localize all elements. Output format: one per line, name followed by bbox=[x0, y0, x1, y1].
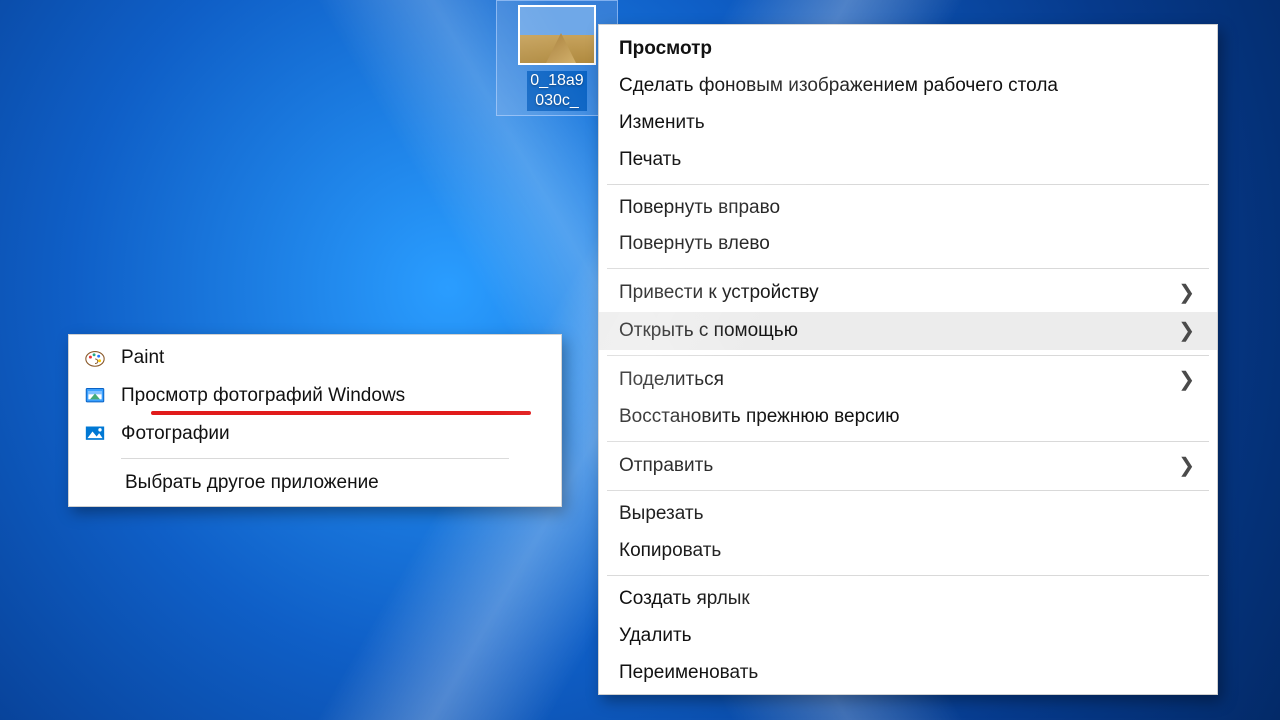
context-menu-item-label: Удалить bbox=[619, 626, 692, 647]
context-menu-item[interactable]: Отправить ❯ bbox=[599, 447, 1217, 485]
context-menu: Просмотр Сделать фоновым изображением раб… bbox=[598, 24, 1218, 695]
context-menu-item[interactable]: Повернуть влево bbox=[599, 226, 1217, 263]
file-caption: 0_18a9 030c_ bbox=[527, 71, 586, 111]
desktop-background: 0_18a9 030c_ Просмотр Сделать фоновым изо… bbox=[0, 0, 1280, 720]
open-with-choose-another-app-label: Выбрать другое приложение bbox=[125, 472, 541, 494]
open-with-app-item[interactable]: Фотографии bbox=[69, 415, 561, 453]
context-menu-separator bbox=[607, 490, 1209, 491]
chevron-right-icon: ❯ bbox=[1178, 369, 1195, 391]
context-menu-separator bbox=[607, 268, 1209, 269]
photos-app-icon bbox=[83, 423, 107, 445]
windows-photo-viewer-icon bbox=[83, 385, 107, 407]
chevron-right-icon: ❯ bbox=[1178, 455, 1195, 477]
context-menu-item-label: Переименовать bbox=[619, 663, 758, 684]
context-menu-item[interactable]: Просмотр bbox=[599, 31, 1217, 68]
context-menu-item-label: Повернуть вправо bbox=[619, 198, 780, 219]
context-menu-item[interactable]: Открыть с помощью ❯ bbox=[599, 312, 1217, 350]
open-with-app-item[interactable]: Paint bbox=[69, 339, 561, 377]
context-menu-separator bbox=[607, 441, 1209, 442]
context-menu-item-label: Копировать bbox=[619, 541, 721, 562]
context-menu-item[interactable]: Изменить bbox=[599, 105, 1217, 142]
context-menu-item-label: Поделиться bbox=[619, 370, 724, 391]
context-menu-item-label: Отправить bbox=[619, 456, 713, 477]
context-menu-item-label: Открыть с помощью bbox=[619, 321, 798, 342]
submenu-separator bbox=[121, 458, 509, 459]
context-menu-item-label: Создать ярлык bbox=[619, 589, 750, 610]
context-menu-item[interactable]: Повернуть вправо bbox=[599, 190, 1217, 227]
context-menu-separator bbox=[607, 184, 1209, 185]
context-menu-item-label: Повернуть влево bbox=[619, 234, 770, 255]
chevron-right-icon: ❯ bbox=[1178, 320, 1195, 342]
context-menu-item[interactable]: Вырезать bbox=[599, 496, 1217, 533]
chevron-right-icon: ❯ bbox=[1178, 282, 1195, 304]
context-menu-item-label: Печать bbox=[619, 150, 681, 171]
context-menu-item[interactable]: Переименовать bbox=[599, 655, 1217, 692]
context-menu-item[interactable]: Создать ярлык bbox=[599, 581, 1217, 618]
context-menu-item[interactable]: Копировать bbox=[599, 533, 1217, 570]
highlight-underline bbox=[151, 411, 531, 415]
context-menu-item[interactable]: Восстановить прежнюю версию bbox=[599, 399, 1217, 436]
context-menu-item[interactable]: Поделиться ❯ bbox=[599, 361, 1217, 399]
open-with-app-label: Paint bbox=[121, 347, 541, 369]
open-with-app-label: Просмотр фотографий Windows bbox=[121, 385, 541, 407]
context-menu-item-label: Просмотр bbox=[619, 39, 712, 60]
context-menu-item-label: Привести к устройству bbox=[619, 283, 819, 304]
context-menu-item-label: Сделать фоновым изображением рабочего ст… bbox=[619, 76, 1058, 97]
paint-icon bbox=[83, 347, 107, 369]
open-with-app-label: Фотографии bbox=[121, 423, 541, 445]
context-menu-item[interactable]: Сделать фоновым изображением рабочего ст… bbox=[599, 68, 1217, 105]
context-menu-item-label: Изменить bbox=[619, 113, 705, 134]
open-with-choose-another-app[interactable]: Выбрать другое приложение bbox=[69, 464, 561, 502]
context-menu-separator bbox=[607, 575, 1209, 576]
context-menu-item[interactable]: Привести к устройству ❯ bbox=[599, 274, 1217, 312]
context-menu-item[interactable]: Удалить bbox=[599, 618, 1217, 655]
context-menu-item-label: Восстановить прежнюю версию bbox=[619, 407, 900, 428]
context-menu-separator bbox=[607, 355, 1209, 356]
context-menu-item[interactable]: Печать bbox=[599, 142, 1217, 179]
open-with-app-item[interactable]: Просмотр фотографий Windows bbox=[69, 377, 561, 415]
image-thumbnail-icon bbox=[518, 5, 596, 65]
context-menu-item-label: Вырезать bbox=[619, 504, 704, 525]
open-with-submenu: Paint Просмотр фотографий Windows Фотограф… bbox=[68, 334, 562, 507]
